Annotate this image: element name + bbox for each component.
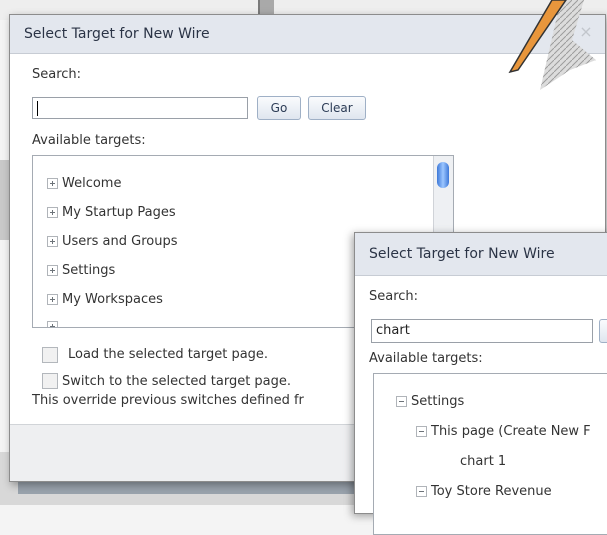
search-input[interactable]: chart <box>371 319 593 343</box>
collapse-icon[interactable] <box>396 396 407 407</box>
load-page-label: Load the selected target page. <box>68 347 269 362</box>
tree-item-settings[interactable]: Settings <box>396 394 464 409</box>
search-input[interactable] <box>32 97 248 119</box>
scrollbar-thumb[interactable] <box>437 162 449 188</box>
collapse-icon[interactable] <box>416 426 427 437</box>
go-button[interactable] <box>599 319 607 343</box>
expand-icon[interactable] <box>47 265 58 276</box>
select-target-dialog-filtered: Select Target for New Wire Search: chart… <box>354 232 607 535</box>
tree-item-this-page[interactable]: This page (Create New F <box>416 424 591 439</box>
text-caret <box>37 101 38 116</box>
dialog-header: Select Target for New Wire <box>355 233 607 276</box>
switch-page-checkbox[interactable] <box>42 373 58 389</box>
tree-item-my-workspaces[interactable]: My Workspaces <box>47 292 163 307</box>
load-page-checkbox[interactable] <box>42 347 58 363</box>
expand-icon[interactable] <box>47 178 58 189</box>
tree-item-welcome[interactable]: Welcome <box>47 176 121 191</box>
expand-icon[interactable] <box>47 207 58 218</box>
search-label: Search: <box>32 67 82 82</box>
switch-page-label: Switch to the selected target page. <box>62 374 292 389</box>
tree-item-chart-1[interactable]: chart 1 <box>460 454 506 469</box>
collapse-icon[interactable] <box>416 486 427 497</box>
dialog-title: Select Target for New Wire <box>369 246 555 262</box>
tree-item-settings[interactable]: Settings <box>47 263 115 278</box>
dialog-title: Select Target for New Wire <box>24 26 210 42</box>
tree-item-toy-store-revenue[interactable]: Toy Store Revenue <box>416 484 552 499</box>
tree-item-users-and-groups[interactable]: Users and Groups <box>47 234 177 249</box>
search-label: Search: <box>369 289 419 304</box>
expand-icon[interactable] <box>47 294 58 305</box>
clear-button[interactable]: Clear <box>308 96 366 120</box>
pointer-arrow-icon <box>508 0 596 90</box>
available-targets-label: Available targets: <box>32 133 146 148</box>
tree-item-my-startup-pages[interactable]: My Startup Pages <box>47 205 176 220</box>
available-targets-label: Available targets: <box>369 351 483 366</box>
override-note: This override previous switches defined … <box>32 393 304 408</box>
go-button[interactable]: Go <box>257 96 301 120</box>
tree-item-partial[interactable] <box>47 321 62 327</box>
expand-icon[interactable] <box>47 321 58 327</box>
expand-icon[interactable] <box>47 236 58 247</box>
targets-tree: Settings This page (Create New F chart 1… <box>373 373 607 535</box>
